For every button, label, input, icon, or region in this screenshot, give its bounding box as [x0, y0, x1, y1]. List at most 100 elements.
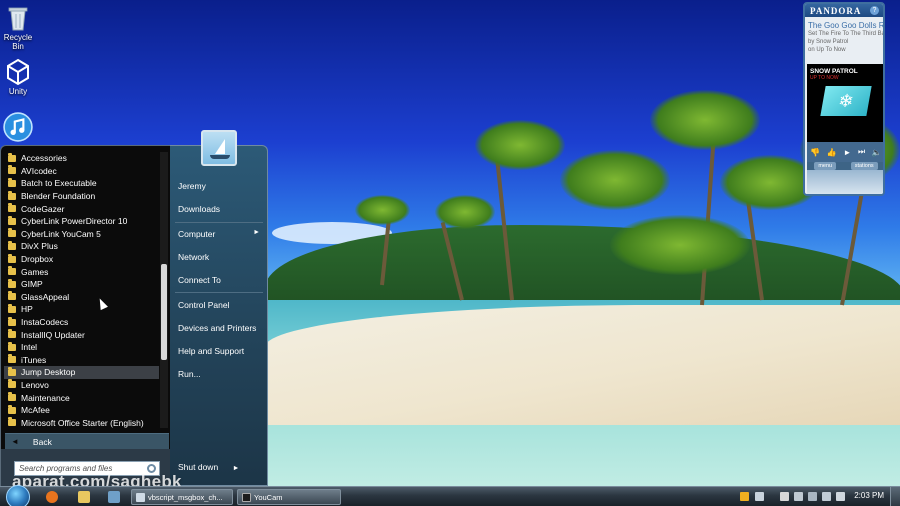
- program-folder-item[interactable]: Blender Foundation: [4, 190, 159, 203]
- folder-icon: [8, 354, 16, 364]
- skip-icon[interactable]: ⏭: [858, 147, 865, 157]
- shutdown-options-arrow-icon[interactable]: ►: [233, 465, 240, 472]
- play-icon[interactable]: ►: [843, 148, 851, 157]
- folder-icon: [8, 253, 16, 263]
- desktop-icon-unity[interactable]: Unity: [0, 58, 36, 96]
- start-item-computer[interactable]: Computer ►: [178, 229, 266, 239]
- start-item-help-support[interactable]: Help and Support: [178, 346, 266, 356]
- start-item-run[interactable]: Run...: [178, 369, 266, 379]
- back-button[interactable]: ◄ Back: [5, 433, 169, 449]
- pandora-controls: 👎 👍 ► ⏭ 🔈: [807, 142, 883, 162]
- program-folder-item[interactable]: CyberLink YouCam 5: [4, 228, 159, 241]
- program-folder-item[interactable]: Maintenance: [4, 391, 159, 404]
- start-item-devices-printers[interactable]: Devices and Printers: [178, 323, 266, 333]
- signal-icon[interactable]: [822, 492, 831, 501]
- lightning-icon[interactable]: [740, 492, 749, 501]
- volume-icon[interactable]: [836, 492, 845, 501]
- taskbar-button-vbscript[interactable]: vbscript_msgbox_ch...: [131, 489, 233, 505]
- back-button-label: Back: [32, 436, 52, 447]
- pandora-song-title[interactable]: The Goo Goo Dolls Ra: [805, 21, 883, 30]
- start-menu[interactable]: Accessories AVIcodec Batch to Executable Bl…: [0, 130, 270, 487]
- program-folder-item[interactable]: Games: [4, 265, 159, 278]
- program-folder-label: GlassAppeal: [21, 291, 70, 302]
- explorer-folder-icon[interactable]: [78, 491, 90, 503]
- program-folder-item[interactable]: Lenovo: [4, 379, 159, 392]
- program-folder-item[interactable]: InstallIQ Updater: [4, 328, 159, 341]
- tray-device-icon[interactable]: [794, 492, 803, 501]
- program-folder-label: Maintenance: [21, 392, 70, 403]
- folder-icon: [8, 303, 16, 313]
- program-folder-label: Accessories: [21, 153, 67, 164]
- taskbar-button-youcam[interactable]: YouCam: [237, 489, 341, 505]
- start-item-user[interactable]: Jeremy: [178, 181, 266, 191]
- desktop-icon-recycle-bin[interactable]: Recycle Bin: [0, 4, 36, 51]
- folder-icon: [8, 228, 16, 238]
- pandora-menu-tab[interactable]: menu: [814, 162, 837, 170]
- program-folder-label: GIMP: [21, 279, 43, 290]
- folder-icon: [8, 379, 16, 389]
- palm-crown: [610, 215, 750, 275]
- pandora-stations-tab[interactable]: stations: [850, 162, 878, 170]
- start-item-downloads[interactable]: Downloads: [178, 204, 266, 214]
- pandora-widget[interactable]: PANDORA ? The Goo Goo Dolls Ra Set The F…: [803, 2, 885, 196]
- action-center-flag-icon[interactable]: [780, 492, 789, 501]
- folder-icon: [8, 190, 16, 200]
- program-folder-item[interactable]: Microsoft Office Starter (English): [4, 416, 159, 429]
- shutdown-button[interactable]: Shut down ►: [178, 462, 239, 472]
- palm-crown: [475, 120, 565, 170]
- program-folder-item[interactable]: GIMP: [4, 278, 159, 291]
- program-folder-item[interactable]: Intel: [4, 341, 159, 354]
- program-folder-item[interactable]: Accessories: [4, 152, 159, 165]
- program-folder-item[interactable]: InstaCodecs: [4, 316, 159, 329]
- album-art-album: UP TO NOW: [810, 75, 839, 81]
- program-folder-item[interactable]: AVIcodec: [4, 165, 159, 178]
- program-folder-item[interactable]: McAfee: [4, 404, 159, 417]
- program-folder-item[interactable]: Dropbox: [4, 253, 159, 266]
- show-desktop-button[interactable]: [890, 487, 900, 506]
- program-folder-item[interactable]: CyberLink PowerDirector 10: [4, 215, 159, 228]
- media-player-icon[interactable]: [108, 491, 120, 503]
- folder-icon: [8, 278, 16, 288]
- tray-app-icon[interactable]: [755, 492, 764, 501]
- program-folder-item[interactable]: CodeGazer: [4, 202, 159, 215]
- taskbar: vbscript_msgbox_ch... YouCam 2:03 PM: [0, 485, 900, 506]
- menu-divider: [175, 222, 263, 223]
- folder-icon: [8, 392, 16, 402]
- shutdown-label: Shut down: [178, 462, 219, 472]
- folder-icon: [8, 240, 16, 250]
- programs-scrollbar[interactable]: [160, 152, 168, 428]
- program-folder-label: InstaCodecs: [21, 317, 69, 328]
- program-folder-item[interactable]: Batch to Executable: [4, 177, 159, 190]
- menu-divider: [175, 292, 263, 293]
- program-folder-label: CyberLink PowerDirector 10: [21, 216, 128, 227]
- volume-icon[interactable]: 🔈: [872, 148, 882, 157]
- network-icon[interactable]: [808, 492, 817, 501]
- clock[interactable]: 2:03 PM: [854, 491, 884, 500]
- firefox-icon[interactable]: [46, 491, 58, 503]
- program-folder-item[interactable]: Jump Desktop: [4, 366, 159, 379]
- program-folder-item[interactable]: GlassAppeal: [4, 291, 159, 304]
- start-item-network[interactable]: Network: [178, 252, 266, 262]
- program-folder-item[interactable]: DivX Plus: [4, 240, 159, 253]
- snowflake-icon: ❄: [820, 86, 872, 116]
- program-folder-item[interactable]: iTunes: [4, 354, 159, 367]
- help-icon[interactable]: ?: [870, 6, 879, 15]
- thumbs-up-icon[interactable]: 👍: [827, 148, 837, 157]
- pandora-tabs: menu stations: [807, 162, 883, 170]
- start-item-connect-to[interactable]: Connect To: [178, 275, 266, 285]
- start-button[interactable]: [6, 485, 30, 506]
- palm-crown: [560, 150, 670, 210]
- user-picture[interactable]: [201, 130, 237, 166]
- program-folder-item[interactable]: HP: [4, 303, 159, 316]
- start-item-control-panel[interactable]: Control Panel: [178, 300, 266, 310]
- desktop-icon-itunes[interactable]: [0, 112, 36, 143]
- taskbar-button-label: YouCam: [254, 492, 283, 502]
- thumbs-down-icon[interactable]: 👎: [810, 148, 820, 157]
- sailboat-hull: [210, 155, 230, 159]
- submenu-arrow-icon: ►: [253, 229, 260, 236]
- unity-icon: [7, 58, 29, 86]
- album-art-artist: SNOW PATROL: [810, 68, 858, 75]
- program-folder-label: McAfee: [21, 405, 50, 416]
- program-folder-label: Games: [21, 266, 49, 277]
- scrollbar-thumb[interactable]: [161, 264, 167, 360]
